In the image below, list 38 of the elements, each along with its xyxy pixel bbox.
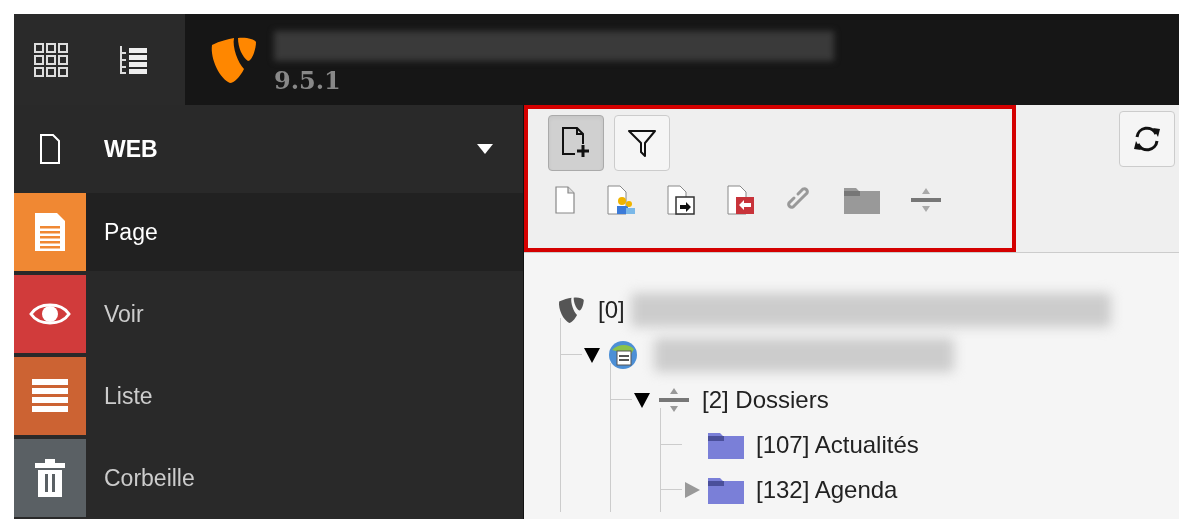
app-grid-icon[interactable] [34,42,68,77]
group-label: WEB [104,134,159,164]
add-document-icon [561,127,591,159]
external-page-icon[interactable] [726,185,756,215]
list-icon[interactable] [120,44,148,75]
collapsed-arrow-icon[interactable] [683,480,701,499]
filter-icon [627,128,657,158]
expanded-arrow-icon[interactable] [633,390,651,409]
logo-icon [558,295,586,324]
module-item[interactable]: Page [14,193,523,271]
module-label: Corbeille [104,463,195,493]
folder-icon [708,430,744,459]
version-label: 9.5.1 [274,64,342,97]
tree-item-label[interactable]: [0] [598,291,625,328]
module-label: Voir [104,299,144,329]
folder-icon [708,475,744,504]
module-label: Liste [104,381,153,411]
trash-icon [35,458,65,498]
divider-icon[interactable] [910,186,942,214]
refresh-icon [1131,124,1163,154]
shortcut-page-icon[interactable] [666,185,696,215]
user-page-icon[interactable] [606,185,636,215]
module-label: Page [104,217,158,247]
tree-item-label[interactable]: [132] Agenda [756,471,898,508]
folder-icon[interactable] [844,186,880,214]
new-page-button[interactable] [548,115,604,171]
tree-item-label[interactable]: [107] Actualités [756,426,919,463]
caret-icon [477,144,493,154]
page-type-icon [554,186,576,214]
expanded-arrow-icon[interactable] [583,345,601,364]
refresh-button[interactable] [1119,111,1175,167]
tree-item-label[interactable]: [2] Dossiers [702,381,829,418]
globe-icon [608,339,638,370]
document-icon [34,212,66,252]
filter-button[interactable] [614,115,670,171]
module-group-header[interactable]: WEB [14,105,523,193]
document-icon [39,134,61,164]
list-icon [31,379,69,413]
